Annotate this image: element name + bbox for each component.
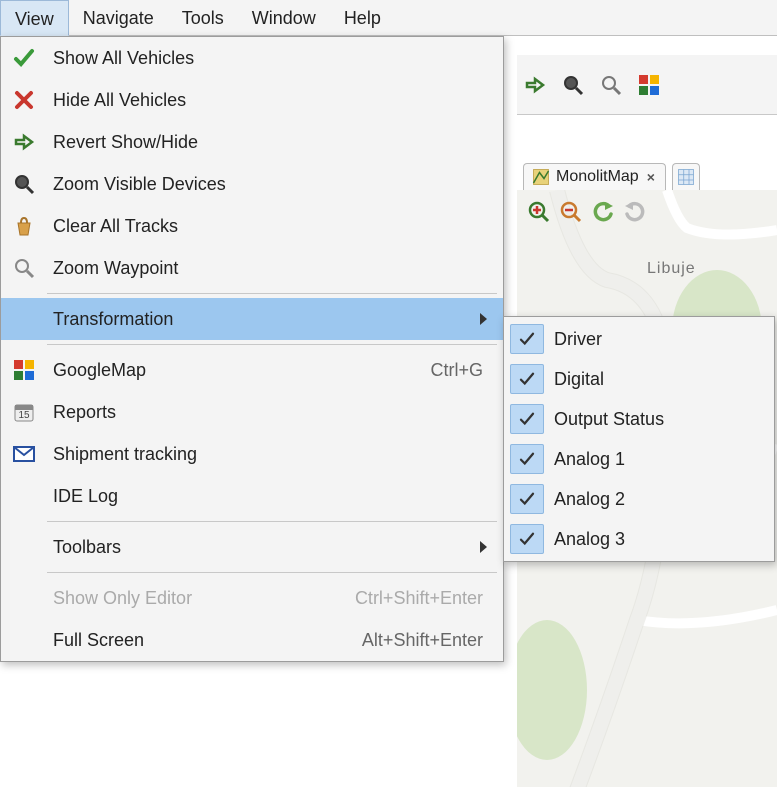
- redo-icon[interactable]: [623, 200, 647, 224]
- menu-view[interactable]: View: [0, 0, 69, 36]
- menu-reports[interactable]: 15 Reports: [1, 391, 503, 433]
- sub-item-label: Output Status: [554, 409, 664, 430]
- sub-analog1[interactable]: Analog 1: [504, 439, 774, 479]
- sub-item-label: Analog 2: [554, 489, 625, 510]
- sub-output-status[interactable]: Output Status: [504, 399, 774, 439]
- cross-red-icon: [7, 83, 41, 117]
- menu-item-shortcut: Ctrl+G: [430, 360, 491, 381]
- checked-icon: [510, 324, 544, 354]
- sub-item-label: Analog 1: [554, 449, 625, 470]
- menu-window[interactable]: Window: [238, 0, 330, 35]
- menu-item-label: Zoom Visible Devices: [53, 174, 491, 195]
- transformation-submenu: Driver Digital Output Status Analog 1 An…: [503, 316, 775, 562]
- sub-driver[interactable]: Driver: [504, 319, 774, 359]
- menu-item-label: Hide All Vehicles: [53, 90, 491, 111]
- tab-monolitmap[interactable]: MonolitMap ×: [523, 163, 666, 190]
- google-icon: [7, 353, 41, 387]
- menu-help[interactable]: Help: [330, 0, 395, 35]
- bag-icon: [7, 209, 41, 243]
- sub-item-label: Digital: [554, 369, 604, 390]
- checked-icon: [510, 444, 544, 474]
- editor-tabs: MonolitMap ×: [517, 150, 777, 190]
- menu-google-map[interactable]: GoogleMap Ctrl+G: [1, 349, 503, 391]
- tab-close-icon[interactable]: ×: [645, 169, 657, 185]
- checked-icon: [510, 404, 544, 434]
- checked-icon: [510, 524, 544, 554]
- sub-item-label: Driver: [554, 329, 602, 350]
- menu-item-label: Revert Show/Hide: [53, 132, 491, 153]
- tab-label: MonolitMap: [556, 168, 639, 186]
- menu-separator: [47, 293, 497, 294]
- zoom-out-icon[interactable]: [559, 200, 583, 224]
- menu-item-label: Zoom Waypoint: [53, 258, 491, 279]
- zoom-light-icon: [7, 251, 41, 285]
- checked-icon: [510, 484, 544, 514]
- menu-separator: [47, 572, 497, 573]
- blank-icon: [7, 479, 41, 513]
- revert-arrow-icon: [7, 125, 41, 159]
- tab-secondary[interactable]: [672, 163, 700, 190]
- zoom-dark-icon: [7, 167, 41, 201]
- map-icon: [532, 168, 550, 186]
- menu-item-label: Full Screen: [53, 630, 350, 651]
- menu-item-label: Shipment tracking: [53, 444, 491, 465]
- chevron-right-icon: [480, 541, 487, 553]
- menubar: View Navigate Tools Window Help: [0, 0, 777, 36]
- menu-zoom-visible-devices[interactable]: Zoom Visible Devices: [1, 163, 503, 205]
- menu-item-label: Clear All Tracks: [53, 216, 491, 237]
- menu-item-shortcut: Alt+Shift+Enter: [362, 630, 491, 651]
- revert-icon[interactable]: [523, 73, 547, 97]
- undo-icon[interactable]: [591, 200, 615, 224]
- menu-tools[interactable]: Tools: [168, 0, 238, 35]
- blank-icon: [7, 302, 41, 336]
- menu-ide-log[interactable]: IDE Log: [1, 475, 503, 517]
- menu-separator: [47, 344, 497, 345]
- menu-clear-all-tracks[interactable]: Clear All Tracks: [1, 205, 503, 247]
- menu-item-label: Transformation: [53, 309, 468, 330]
- menu-item-label: Show Only Editor: [53, 588, 343, 609]
- grid-icon: [677, 168, 695, 186]
- menu-full-screen[interactable]: Full Screen Alt+Shift+Enter: [1, 619, 503, 661]
- menu-transformation[interactable]: Transformation: [1, 298, 503, 340]
- zoom-in-icon[interactable]: [527, 200, 551, 224]
- menu-separator: [47, 521, 497, 522]
- menu-hide-all-vehicles[interactable]: Hide All Vehicles: [1, 79, 503, 121]
- map-place-label: Libuje: [647, 260, 696, 278]
- menu-item-label: Toolbars: [53, 537, 468, 558]
- menu-show-all-vehicles[interactable]: Show All Vehicles: [1, 37, 503, 79]
- blank-icon: [7, 623, 41, 657]
- menu-toolbars[interactable]: Toolbars: [1, 526, 503, 568]
- view-dropdown: Show All Vehicles Hide All Vehicles Reve…: [0, 36, 504, 662]
- checked-icon: [510, 364, 544, 394]
- sub-item-label: Analog 3: [554, 529, 625, 550]
- menu-item-label: Reports: [53, 402, 491, 423]
- menu-zoom-waypoint[interactable]: Zoom Waypoint: [1, 247, 503, 289]
- blank-icon: [7, 581, 41, 615]
- menu-item-label: GoogleMap: [53, 360, 418, 381]
- menu-item-label: IDE Log: [53, 486, 491, 507]
- zoom-light-icon[interactable]: [599, 73, 623, 97]
- svg-text:15: 15: [18, 410, 30, 421]
- envelope-icon: [7, 437, 41, 471]
- menu-shipment-tracking[interactable]: Shipment tracking: [1, 433, 503, 475]
- calendar-icon: 15: [7, 395, 41, 429]
- map-toolbar: [527, 200, 647, 224]
- menu-item-label: Show All Vehicles: [53, 48, 491, 69]
- sub-digital[interactable]: Digital: [504, 359, 774, 399]
- menu-navigate[interactable]: Navigate: [69, 0, 168, 35]
- google-icon[interactable]: [637, 73, 661, 97]
- sub-analog2[interactable]: Analog 2: [504, 479, 774, 519]
- menu-revert-show-hide[interactable]: Revert Show/Hide: [1, 121, 503, 163]
- menu-show-only-editor: Show Only Editor Ctrl+Shift+Enter: [1, 577, 503, 619]
- chevron-right-icon: [480, 313, 487, 325]
- zoom-dark-icon[interactable]: [561, 73, 585, 97]
- sub-analog3[interactable]: Analog 3: [504, 519, 774, 559]
- main-toolbar: [517, 55, 777, 115]
- check-green-icon: [7, 41, 41, 75]
- menu-item-shortcut: Ctrl+Shift+Enter: [355, 588, 491, 609]
- blank-icon: [7, 530, 41, 564]
